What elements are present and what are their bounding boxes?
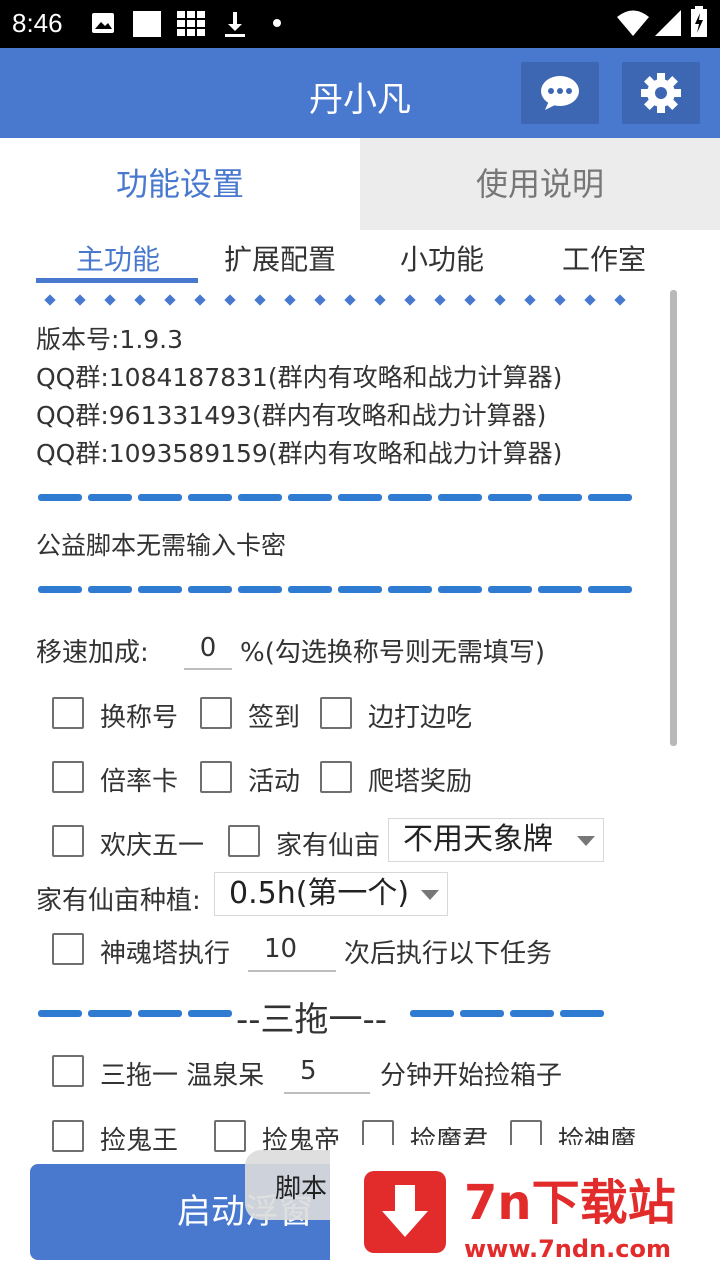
speed-bonus-hint: %(勾选换称号则无需填写) [240, 638, 545, 668]
download-icon [225, 12, 245, 37]
subtab-extended-config[interactable]: 扩展配置 [224, 238, 336, 278]
chat-bubble-icon [541, 76, 579, 110]
grid-icon [177, 11, 205, 36]
section-title: --三拖一-- [236, 1000, 388, 1040]
wifi-icon [617, 10, 649, 36]
checkbox-label: 倍率卡 [100, 767, 179, 797]
main-tabs: 功能设置 使用说明 [0, 138, 720, 230]
tower-label-post: 次后执行以下任务 [344, 939, 553, 969]
checkbox-label: 换称号 [100, 703, 179, 733]
status-bar: 8:46 [0, 0, 720, 48]
checkbox-label: 爬塔奖励 [368, 767, 473, 797]
app-bar: 丹小凡 [0, 48, 720, 138]
subtab-indicator [36, 278, 198, 283]
watermark-url: www.7ndn.com [464, 1235, 671, 1263]
notification-dot-icon [273, 19, 281, 27]
dash-divider-left [38, 1010, 238, 1018]
checkbox-eat-while-fighting[interactable] [320, 697, 352, 729]
santuoyi-label-post: 分钟开始捡箱子 [380, 1061, 563, 1091]
tianxiang-selected: 不用天象牌 [403, 822, 553, 857]
santuoyi-minutes-input[interactable]: 5 [284, 1050, 370, 1094]
version-label: 版本号:1.9.3 [36, 325, 184, 354]
checkbox-label: 签到 [248, 703, 301, 733]
free-script-notice: 公益脚本无需输入卡密 [36, 531, 287, 560]
battery-charging-icon [691, 6, 707, 37]
status-time: 8:46 [12, 8, 63, 38]
watermark: 7n下载站 www.7ndn.com [330, 1145, 720, 1280]
planting-selected: 0.5h(第一个) [229, 876, 410, 911]
checkbox-fairy-field[interactable] [228, 825, 260, 857]
speed-bonus-label: 移速加成: [36, 638, 149, 668]
tab-function-settings[interactable]: 功能设置 [0, 138, 360, 230]
checkbox-label: 欢庆五一 [100, 831, 205, 861]
app-title: 丹小凡 [309, 80, 411, 120]
download-logo-icon [364, 1171, 446, 1253]
qq-group-1: QQ群:1084187831(群内有攻略和战力计算器) [36, 363, 563, 392]
tower-count-input[interactable]: 10 [248, 928, 336, 972]
download-arrow-icon [382, 1185, 428, 1237]
tab-instructions[interactable]: 使用说明 [360, 138, 720, 230]
checkbox-sign-in[interactable] [200, 697, 232, 729]
dot-divider [40, 294, 640, 306]
checkbox-label: 边打边吃 [368, 703, 473, 733]
checkbox-multiplier-card[interactable] [52, 761, 84, 793]
scrollbar[interactable] [670, 290, 677, 746]
checkbox-label: 捡鬼王 [100, 1126, 179, 1156]
dash-divider-right [410, 1010, 610, 1018]
image-icon [92, 13, 114, 33]
watermark-title: 7n下载站 [464, 1175, 676, 1231]
checkbox-tower-reward[interactable] [320, 761, 352, 793]
checkbox-pick-ghost-emperor[interactable] [214, 1120, 246, 1152]
qq-group-2: QQ群:961331493(群内有攻略和战力计算器) [36, 401, 547, 430]
checkbox-event[interactable] [200, 761, 232, 793]
chat-button[interactable] [521, 62, 599, 124]
qq-group-3: QQ群:1093589159(群内有攻略和战力计算器) [36, 439, 563, 468]
checkbox-label: 活动 [248, 767, 301, 797]
checkbox-santuoyi[interactable] [52, 1055, 84, 1087]
settings-button[interactable] [622, 62, 700, 124]
tianxiang-dropdown[interactable]: 不用天象牌 [388, 818, 604, 862]
planting-dropdown[interactable]: 0.5h(第一个) [214, 872, 448, 916]
planting-label: 家有仙亩种植: [36, 886, 201, 916]
checkbox-may-day[interactable] [52, 825, 84, 857]
dash-divider [38, 494, 638, 502]
santuoyi-label: 三拖一 温泉呆 [100, 1061, 265, 1091]
tower-label-pre: 神魂塔执行 [100, 939, 231, 969]
chevron-down-icon [421, 890, 439, 900]
dash-divider [38, 586, 638, 594]
speed-bonus-input[interactable]: 0 [184, 628, 232, 670]
checkbox-soul-tower[interactable] [52, 933, 84, 965]
checkbox-pick-ghost-king[interactable] [52, 1120, 84, 1152]
subtab-studio[interactable]: 工作室 [562, 238, 646, 278]
checkbox-change-title[interactable] [52, 697, 84, 729]
signal-icon [655, 10, 681, 36]
checkbox-label: 家有仙亩 [276, 831, 381, 861]
chevron-down-icon [577, 836, 595, 846]
subtab-small-functions[interactable]: 小功能 [400, 238, 484, 278]
gear-icon [641, 73, 681, 113]
square-icon [133, 11, 161, 37]
subtab-main[interactable]: 主功能 [76, 238, 160, 278]
